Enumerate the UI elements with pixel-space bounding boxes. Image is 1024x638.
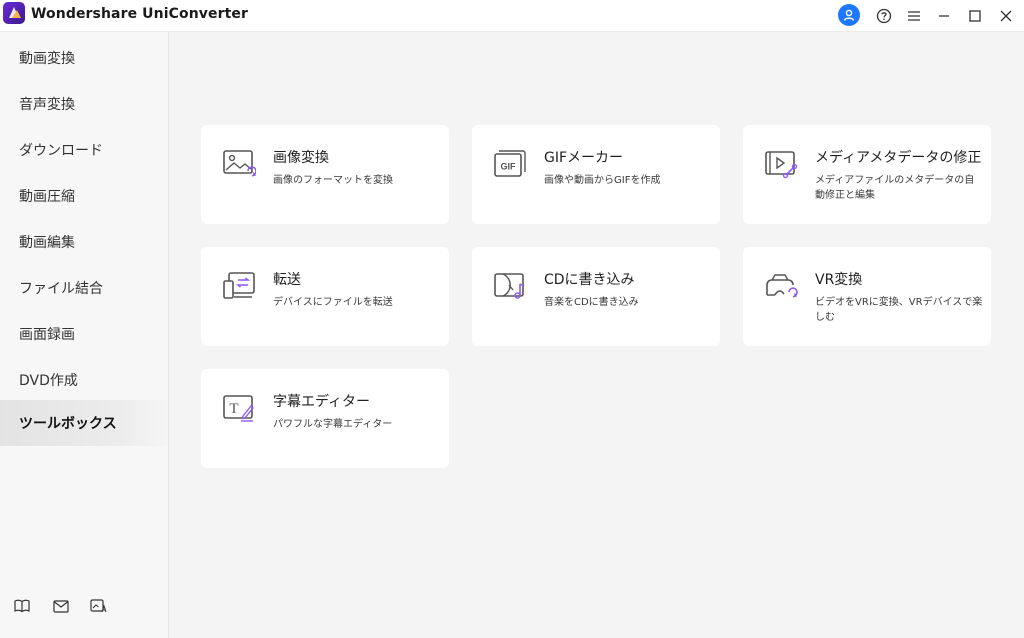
svg-text:GIF: GIF (501, 162, 517, 172)
tool-card-transfer[interactable]: 転送 デバイスにファイルを転送 (201, 247, 449, 346)
gif-maker-icon: GIF (494, 150, 526, 177)
image-ai-button[interactable] (89, 596, 109, 616)
sidebar-item-dvd-create[interactable]: DVD作成 (0, 357, 168, 403)
tool-card-desc: メディアファイルのメタデータの自動修正と編集 (815, 175, 975, 201)
feedback-mail-button[interactable] (51, 596, 71, 616)
guide-book-button[interactable] (12, 596, 32, 616)
sidebar-item-audio-convert[interactable]: 音声変換 (0, 81, 168, 127)
tool-card-desc: 音楽をCDに書き込み (544, 297, 639, 308)
sidebar-item-video-edit[interactable]: 動画編集 (0, 219, 168, 265)
sidebar-item-label: ツールボックス (19, 416, 117, 432)
tool-card-title: 転送 (273, 272, 301, 288)
metadata-icon (765, 151, 798, 179)
sidebar-item-video-convert[interactable]: 動画変換 (0, 35, 168, 81)
sidebar-item-video-compress[interactable]: 動画圧縮 (0, 173, 168, 219)
minimize-icon (939, 15, 949, 17)
sidebar: 動画変換 音声変換 ダウンロード 動画圧縮 動画編集 ファイル結合 画面録画 D… (0, 32, 169, 638)
minimize-button[interactable] (932, 4, 956, 28)
maximize-button[interactable] (963, 4, 987, 28)
sidebar-item-label: 動画変換 (19, 51, 75, 67)
tool-card-desc: デバイスにファイルを転送 (273, 297, 393, 308)
close-button[interactable] (994, 4, 1018, 28)
sidebar-item-label: 音声変換 (19, 97, 75, 113)
tool-card-desc: 画像や動画からGIFを作成 (544, 175, 661, 186)
menu-icon (908, 11, 920, 21)
cd-burn-icon (494, 273, 525, 299)
app-logo-icon (3, 2, 25, 24)
sidebar-item-label: ファイル結合 (19, 281, 103, 297)
tool-card-gif-maker[interactable]: GIF GIFメーカー 画像や動画からGIFを作成 (472, 125, 720, 224)
tool-card-title: VR変換 (815, 272, 863, 288)
image-convert-icon (223, 150, 256, 177)
app-title: Wondershare UniConverter (31, 6, 248, 22)
image-ai-icon (90, 599, 107, 613)
sidebar-item-download[interactable]: ダウンロード (0, 127, 168, 173)
close-icon (1000, 10, 1012, 22)
help-icon (876, 8, 892, 24)
mail-icon (53, 599, 69, 613)
subtitle-editor-icon: T (223, 395, 254, 422)
vr-convert-icon (766, 274, 798, 298)
title-bar: Wondershare UniConverter (0, 0, 1024, 32)
user-icon (843, 9, 855, 21)
menu-button[interactable] (902, 4, 926, 28)
sidebar-item-toolbox[interactable]: ツールボックス (0, 400, 168, 446)
sidebar-item-label: 動画圧縮 (19, 189, 75, 205)
tool-card-cd-burn[interactable]: CDに書き込み 音楽をCDに書き込み (472, 247, 720, 346)
sidebar-item-label: DVD作成 (19, 373, 78, 389)
sidebar-item-label: 動画編集 (19, 235, 75, 251)
user-account-button[interactable] (838, 4, 860, 26)
tool-card-metadata-fix[interactable]: メディアメタデータの修正 メディアファイルのメタデータの自動修正と編集 (743, 125, 991, 224)
maximize-icon (969, 10, 981, 22)
sidebar-item-file-merge[interactable]: ファイル結合 (0, 265, 168, 311)
tool-card-title: メディアメタデータの修正 (815, 150, 982, 166)
tool-card-title: CDに書き込み (544, 272, 635, 288)
svg-text:T: T (229, 401, 238, 417)
tool-card-desc: パワフルな字幕エディター (273, 419, 393, 430)
sidebar-item-label: ダウンロード (19, 143, 103, 159)
book-icon (14, 599, 30, 613)
tool-card-image-convert[interactable]: 画像変換 画像のフォーマットを変換 (201, 125, 449, 224)
tool-card-desc: ビデオをVRに変換、VRデバイスで楽しむ (815, 297, 983, 323)
tool-card-subtitle-editor[interactable]: T 字幕エディター パワフルな字幕エディター (201, 369, 449, 468)
help-button[interactable] (872, 4, 896, 28)
tool-card-title: 画像変換 (273, 150, 329, 166)
sidebar-item-screen-record[interactable]: 画面録画 (0, 311, 168, 357)
tool-card-desc: 画像のフォーマットを変換 (273, 175, 393, 186)
tool-card-title: GIFメーカー (544, 150, 624, 166)
sidebar-item-label: 画面録画 (19, 327, 75, 343)
tool-card-title: 字幕エディター (273, 394, 371, 410)
tool-card-vr-convert[interactable]: VR変換 ビデオをVRに変換、VRデバイスで楽しむ (743, 247, 991, 346)
transfer-icon (223, 272, 255, 299)
